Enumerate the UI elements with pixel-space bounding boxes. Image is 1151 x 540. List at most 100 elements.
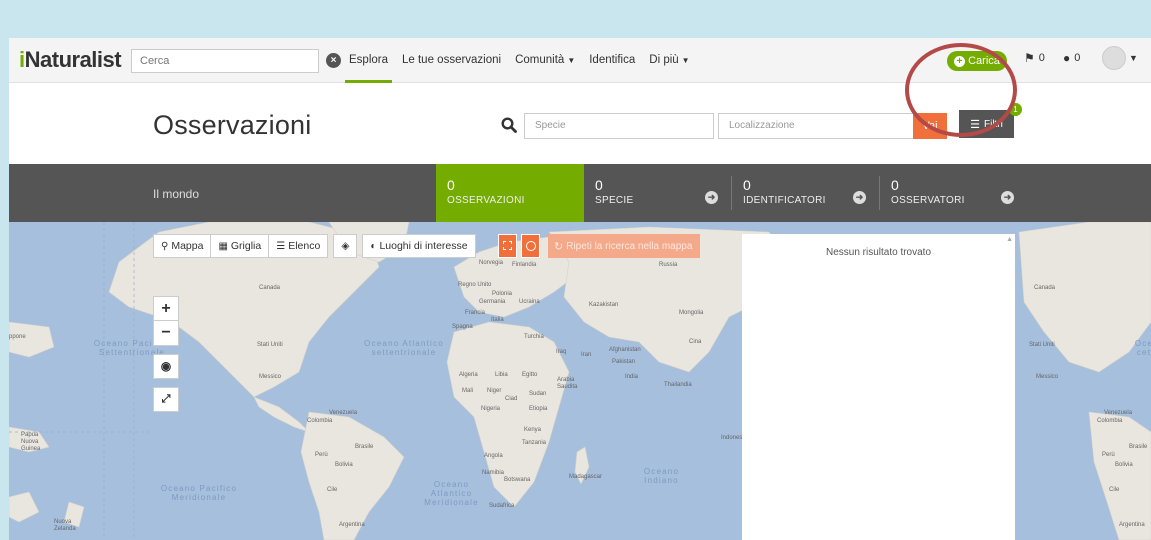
- main-nav: Esplora Le tue osservazioni Comunità ▼ Id…: [345, 38, 704, 83]
- results-panel: Nessun risultato trovato ▲: [742, 234, 1015, 540]
- map-label: Kazakistan: [589, 302, 619, 308]
- chevron-down-icon[interactable]: ▼: [1129, 53, 1138, 63]
- ocean-label: Oceano Atlantico settentrionale: [364, 339, 444, 357]
- rectangle-icon: [503, 241, 512, 250]
- stat-identifiers[interactable]: 0 IDENTIFICATORI ➜: [732, 164, 880, 222]
- map-label: Polonia: [492, 291, 513, 297]
- map-label: Cina: [689, 339, 702, 345]
- map-label: Messico: [259, 374, 282, 380]
- list-icon: ☰: [276, 240, 286, 252]
- fullscreen-button[interactable]: ⤢: [153, 387, 179, 412]
- stat-observations[interactable]: 0 OSSERVAZIONI: [436, 164, 584, 222]
- map-label: Angola: [484, 453, 503, 459]
- map-marker-icon: ⚲: [161, 240, 169, 252]
- map-label: Sudan: [529, 391, 547, 397]
- map-label: Botswana: [504, 477, 531, 483]
- grid-icon: ▦: [218, 240, 228, 252]
- locate-button[interactable]: ◉: [153, 354, 179, 379]
- nav-link-community[interactable]: Comunità ▼: [515, 38, 575, 83]
- search-input[interactable]: [132, 50, 318, 72]
- stat-species[interactable]: 0 SPECIE ➜: [584, 164, 732, 222]
- map-label: Stati Uniti: [1029, 342, 1055, 348]
- chevron-down-icon: ▼: [567, 56, 576, 65]
- map-label: Etiopia: [529, 406, 548, 412]
- map-label: Namibia: [482, 470, 505, 476]
- map-toolbar: ⚲ Mappa ▦ Griglia ☰ Elenco ◈ ◐ Luoghi di int…: [153, 234, 476, 258]
- map-label: Bolivia: [1115, 462, 1133, 468]
- ocean-label: Oce cet: [1134, 339, 1151, 357]
- map-label: Kenya: [524, 427, 542, 433]
- map-label: Nigeria: [481, 406, 501, 412]
- place-label: Il mondo: [153, 187, 200, 201]
- messages-button[interactable]: ● 0: [1063, 51, 1080, 65]
- map-label: Libia: [495, 372, 508, 378]
- notifications-icon: ⚑: [1024, 51, 1035, 65]
- nav-link-identify[interactable]: Identifica: [589, 38, 635, 83]
- map-label: Nuova Zelanda: [54, 519, 76, 532]
- search-icon: [501, 117, 517, 133]
- map-label: Cile: [327, 487, 338, 493]
- zoom-out-button[interactable]: −: [153, 321, 179, 346]
- map-label: Norvegia: [479, 260, 504, 266]
- map-label: Finlandia: [512, 262, 537, 268]
- map-label: Regno Unito: [458, 282, 492, 288]
- map-label: Germania: [479, 299, 506, 305]
- map-label: Perù: [1102, 452, 1115, 458]
- species-input[interactable]: Specie: [524, 113, 714, 139]
- no-results-message: Nessun risultato trovato: [825, 247, 932, 258]
- map-label: Brasile: [1129, 444, 1148, 450]
- map-label: Venezuela: [1104, 410, 1133, 416]
- user-avatar[interactable]: [1102, 46, 1126, 70]
- draw-circle-button[interactable]: [521, 234, 540, 258]
- place-input[interactable]: Localizzazione: [718, 113, 914, 139]
- clear-search-icon[interactable]: ×: [326, 53, 341, 68]
- arrow-right-icon[interactable]: ➜: [853, 191, 866, 204]
- map-label: Bolivia: [335, 462, 353, 468]
- nav-link-your-observations[interactable]: Le tue osservazioni: [402, 38, 501, 83]
- map-label: Canada: [1034, 285, 1056, 291]
- map-label: Iraq: [556, 349, 567, 355]
- search-field[interactable]: [131, 49, 319, 73]
- crosshair-icon: ◉: [160, 359, 172, 373]
- zoom-in-button[interactable]: +: [153, 296, 179, 321]
- page-title: Osservazioni: [153, 110, 312, 140]
- inaturalist-logo[interactable]: iNaturalist: [19, 47, 122, 73]
- map-label: Venezuela: [329, 410, 358, 416]
- map-label: Brasile: [355, 444, 374, 450]
- notifications-button[interactable]: ⚑ 0: [1024, 51, 1045, 65]
- nav-link-explore[interactable]: Esplora: [345, 38, 392, 83]
- draw-rectangle-button[interactable]: [498, 234, 517, 258]
- ocean-label: Oceano Atlantico Meridionale: [424, 480, 479, 507]
- arrow-right-icon[interactable]: ➜: [1001, 191, 1014, 204]
- map-view-button[interactable]: ⚲ Mappa: [153, 234, 212, 258]
- scroll-up-icon[interactable]: ▲: [1006, 236, 1013, 243]
- stat-observers[interactable]: 0 OSSERVATORI ➜: [880, 164, 1028, 222]
- map-label: Messico: [1036, 374, 1059, 380]
- map-label: Stati Uniti: [257, 342, 283, 348]
- places-of-interest-button[interactable]: ◐ Luoghi di interesse: [362, 234, 476, 258]
- map-label: India: [625, 374, 639, 380]
- map-label: Francia: [465, 310, 486, 316]
- map-label: Canada: [259, 285, 281, 291]
- chat-bubble-icon: ●: [1063, 51, 1071, 65]
- layers-button[interactable]: ◈: [333, 234, 358, 258]
- list-view-button[interactable]: ☰ Elenco: [269, 234, 329, 258]
- map-label: Argentina: [339, 522, 365, 528]
- map-label: Thailandia: [664, 382, 692, 388]
- map-label: Arabia Saudita: [557, 377, 578, 390]
- redo-search-button[interactable]: ↻ Ripeti la ricerca nella mappa: [548, 234, 700, 258]
- map-view[interactable]: Canada Canada Stati Uniti Stati Uniti Me…: [9, 222, 1151, 540]
- map-label: Papua Nuova Guinea: [21, 432, 41, 452]
- map-label: Turchia: [524, 334, 544, 340]
- arrow-right-icon[interactable]: ➜: [705, 191, 718, 204]
- layers-icon: ◈: [341, 240, 350, 252]
- grid-view-button[interactable]: ▦ Griglia: [211, 234, 270, 258]
- map-label: Iran: [581, 352, 592, 358]
- map-label: Madagascar: [569, 474, 603, 480]
- circle-icon: [525, 241, 536, 251]
- map-label: ppone: [9, 334, 26, 340]
- nav-link-more[interactable]: Di più ▼: [649, 38, 689, 83]
- map-label: Colombia: [307, 418, 333, 424]
- map-label: Tanzania: [522, 440, 547, 446]
- map-label: Egitto: [522, 372, 538, 378]
